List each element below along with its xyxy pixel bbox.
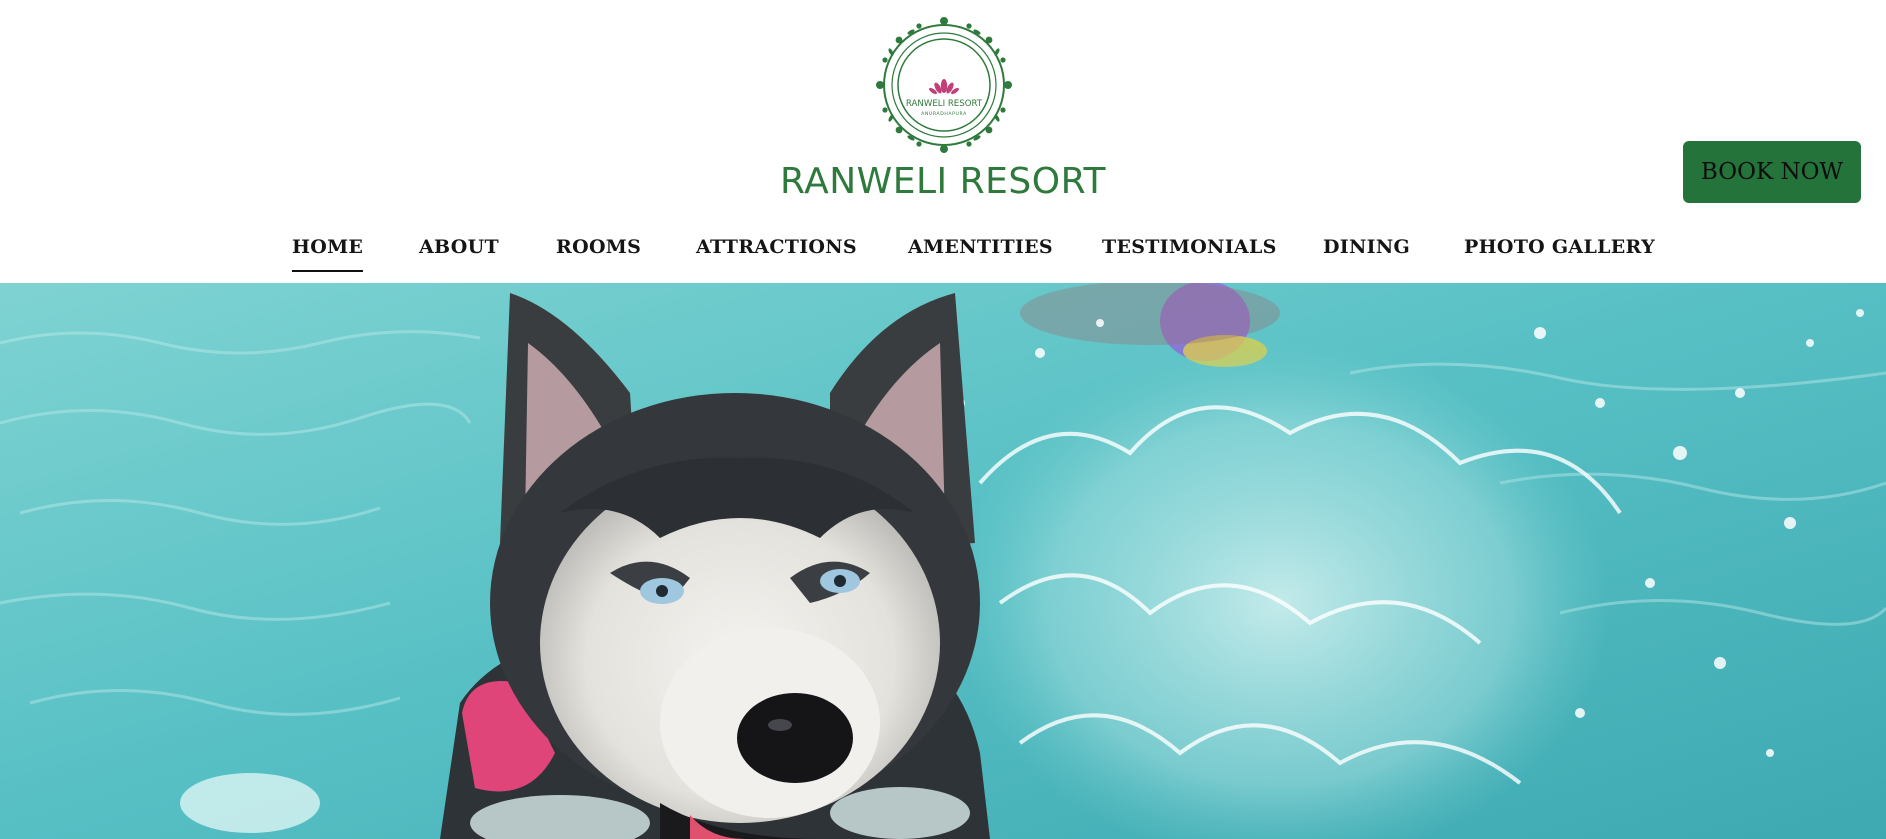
nav-item-dining[interactable]: DINING [1323,230,1410,272]
site-header: RANWELI RESORT ANURADHAPURA RANWELI RESO… [0,0,1886,283]
nav-item-testimonials[interactable]: TESTIMONIALS [1102,230,1277,272]
nav-item-home[interactable]: HOME [292,230,364,272]
nav-item-about[interactable]: ABOUT [419,230,499,272]
lotus-wreath-logo-icon: RANWELI RESORT ANURADHAPURA [876,17,1012,153]
nav-item-attractions[interactable]: ATTRACTIONS [696,230,857,272]
svg-text:RANWELI RESORT: RANWELI RESORT [906,99,983,109]
nav-item-amentities[interactable]: AMENTITIES [908,230,1053,272]
main-nav: HOME ABOUT ROOMS ATTRACTIONS AMENTITIES … [0,230,1886,274]
book-now-button[interactable]: BOOK NOW [1683,141,1861,203]
hero-banner [0,283,1886,839]
nav-item-photo-gallery[interactable]: PHOTO GALLERY [1464,230,1655,272]
svg-text:ANURADHAPURA: ANURADHAPURA [921,111,967,117]
logo-emblem[interactable]: RANWELI RESORT ANURADHAPURA [873,14,1015,156]
husky-swimming-in-pool-photo [0,283,1886,839]
brand-name: RANWELI RESORT [780,161,1106,202]
nav-item-rooms[interactable]: ROOMS [556,230,641,272]
